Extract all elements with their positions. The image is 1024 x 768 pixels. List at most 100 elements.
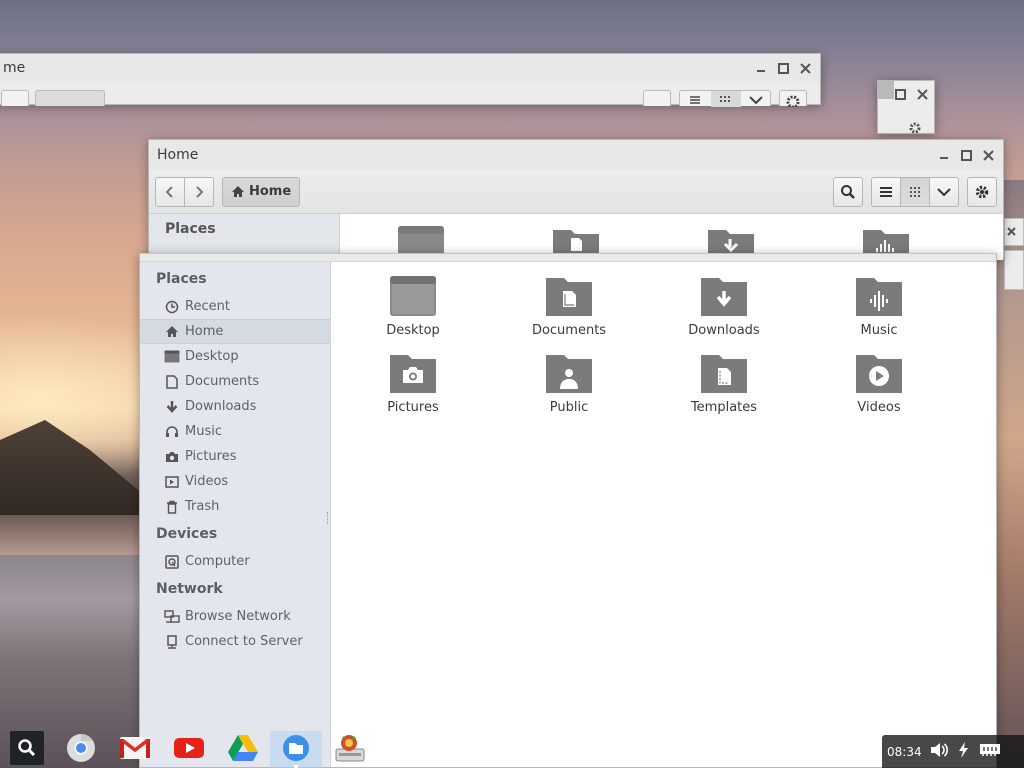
gear-icon[interactable] — [908, 121, 922, 139]
folder-label: Desktop — [386, 323, 440, 338]
gmail-icon[interactable] — [118, 731, 152, 765]
gear-icon — [975, 185, 989, 198]
sidebar-item-pictures[interactable]: Pictures — [140, 444, 330, 469]
front-window-header — [140, 254, 996, 262]
clock[interactable]: 08:34 — [887, 745, 922, 759]
sidebar-item-connect-to-server[interactable]: Connect to Server — [140, 629, 330, 654]
sidebar-item-downloads[interactable]: Downloads — [140, 394, 330, 419]
sidebar-resize-handle[interactable] — [327, 512, 330, 524]
folder-music[interactable]: Music — [824, 274, 934, 338]
grid-view-button[interactable] — [900, 176, 930, 207]
sidebar-item-documents[interactable]: Documents — [140, 369, 330, 394]
desktop-folder-icon — [390, 276, 436, 316]
back-view-buttons[interactable] — [679, 90, 771, 107]
headphones-icon — [164, 424, 180, 440]
folder-templates[interactable]: Templates — [669, 351, 779, 415]
crouton-app-icon[interactable] — [333, 731, 367, 765]
wallpaper-shore — [0, 515, 150, 555]
sidebar-item-label: Recent — [185, 299, 230, 314]
back-path-button[interactable] — [35, 90, 105, 106]
middle-window-titlebar[interactable]: Home — [149, 140, 1003, 170]
search-button[interactable] — [833, 176, 863, 207]
sidebar-item-computer[interactable]: Computer — [140, 549, 330, 574]
close-icon[interactable] — [915, 87, 929, 101]
small-window-fragment[interactable] — [877, 80, 935, 134]
back-search-button[interactable] — [643, 90, 671, 106]
chevron-down-icon — [937, 187, 951, 196]
google-drive-icon[interactable] — [226, 731, 260, 765]
downloads-folder-icon — [701, 278, 747, 316]
folder-desktop[interactable]: Desktop — [358, 274, 468, 338]
videos-folder-icon — [856, 355, 902, 393]
sidebar-item-trash[interactable]: Trash — [140, 494, 330, 519]
music-folder-icon — [856, 278, 902, 316]
search-icon — [841, 184, 855, 199]
view-options-button[interactable] — [929, 176, 959, 207]
maximize-icon[interactable] — [893, 87, 907, 101]
pictures-folder-icon — [390, 355, 436, 393]
sidebar-item-music[interactable]: Music — [140, 419, 330, 444]
documents-folder-icon — [546, 278, 592, 316]
edge-window-fragment — [1004, 218, 1024, 246]
back-button[interactable] — [155, 176, 185, 207]
public-folder-icon — [546, 355, 592, 393]
close-icon[interactable] — [798, 61, 812, 75]
minimize-icon[interactable] — [937, 148, 951, 162]
maximize-icon[interactable] — [776, 61, 790, 75]
devices-heading: Devices — [156, 526, 218, 542]
sidebar-item-home[interactable]: Home — [140, 319, 330, 344]
search-icon[interactable] — [10, 731, 44, 765]
minimize-icon[interactable] — [754, 61, 768, 75]
forward-button[interactable] — [184, 176, 214, 207]
back-nav-button[interactable] — [1, 90, 29, 106]
folder-pictures[interactable]: Pictures — [358, 351, 468, 415]
network-ethernet-icon[interactable] — [979, 742, 1001, 761]
camera-icon — [164, 449, 180, 465]
sidebar-item-label: Documents — [185, 374, 260, 389]
home-icon — [232, 186, 244, 197]
back-file-window[interactable]: me — [0, 53, 821, 109]
folder-documents[interactable]: Documents — [514, 274, 624, 338]
folder-label: Videos — [857, 400, 901, 415]
sidebar-item-label: Desktop — [185, 349, 239, 364]
path-home-button[interactable]: Home — [222, 176, 301, 207]
settings-button[interactable] — [967, 176, 997, 207]
folder-public[interactable]: Public — [514, 351, 624, 415]
folder-downloads[interactable]: Downloads — [669, 274, 779, 338]
drive-icon — [164, 554, 180, 570]
chevron-left-icon — [165, 185, 173, 198]
sidebar-item-recent[interactable]: Recent — [140, 294, 330, 319]
sidebar-item-browse-network[interactable]: Browse Network — [140, 604, 330, 629]
sidebar-item-videos[interactable]: Videos — [140, 469, 330, 494]
folder-label: Templates — [690, 400, 758, 415]
volume-icon[interactable] — [929, 741, 949, 762]
nav-button-group — [155, 176, 214, 207]
files-app-icon[interactable] — [279, 731, 313, 765]
sidebar-item-label: Browse Network — [185, 609, 291, 624]
sidebar-item-label: Pictures — [185, 449, 237, 464]
back-window-title: me — [3, 60, 26, 76]
back-gear-button[interactable] — [779, 90, 807, 109]
home-icon — [164, 324, 180, 340]
sidebar-item-label: Downloads — [185, 399, 257, 414]
folder-videos[interactable]: Videos — [824, 351, 934, 415]
chrome-icon[interactable] — [64, 731, 98, 765]
list-view-button[interactable] — [871, 176, 901, 207]
close-icon[interactable] — [981, 148, 995, 162]
document-icon — [164, 374, 180, 390]
clock-icon — [164, 299, 180, 315]
sidebar-item-label: Computer — [185, 554, 250, 569]
system-tray[interactable]: 08:34 — [882, 735, 1024, 768]
middle-file-window[interactable]: Home Home Places — [148, 139, 1004, 260]
front-file-window[interactable]: Places Recent Home Desktop Documents Dow… — [139, 253, 997, 768]
back-window-titlebar[interactable]: me — [0, 54, 820, 82]
network-icon — [164, 609, 180, 625]
youtube-icon[interactable] — [172, 731, 206, 765]
maximize-icon[interactable] — [959, 148, 973, 162]
film-icon — [164, 474, 180, 490]
edge-window-fragment-2 — [1004, 250, 1024, 290]
sidebar-item-desktop[interactable]: Desktop — [140, 344, 330, 369]
server-icon — [164, 634, 180, 650]
power-charging-icon[interactable] — [956, 741, 972, 762]
middle-window-title: Home — [157, 147, 199, 163]
